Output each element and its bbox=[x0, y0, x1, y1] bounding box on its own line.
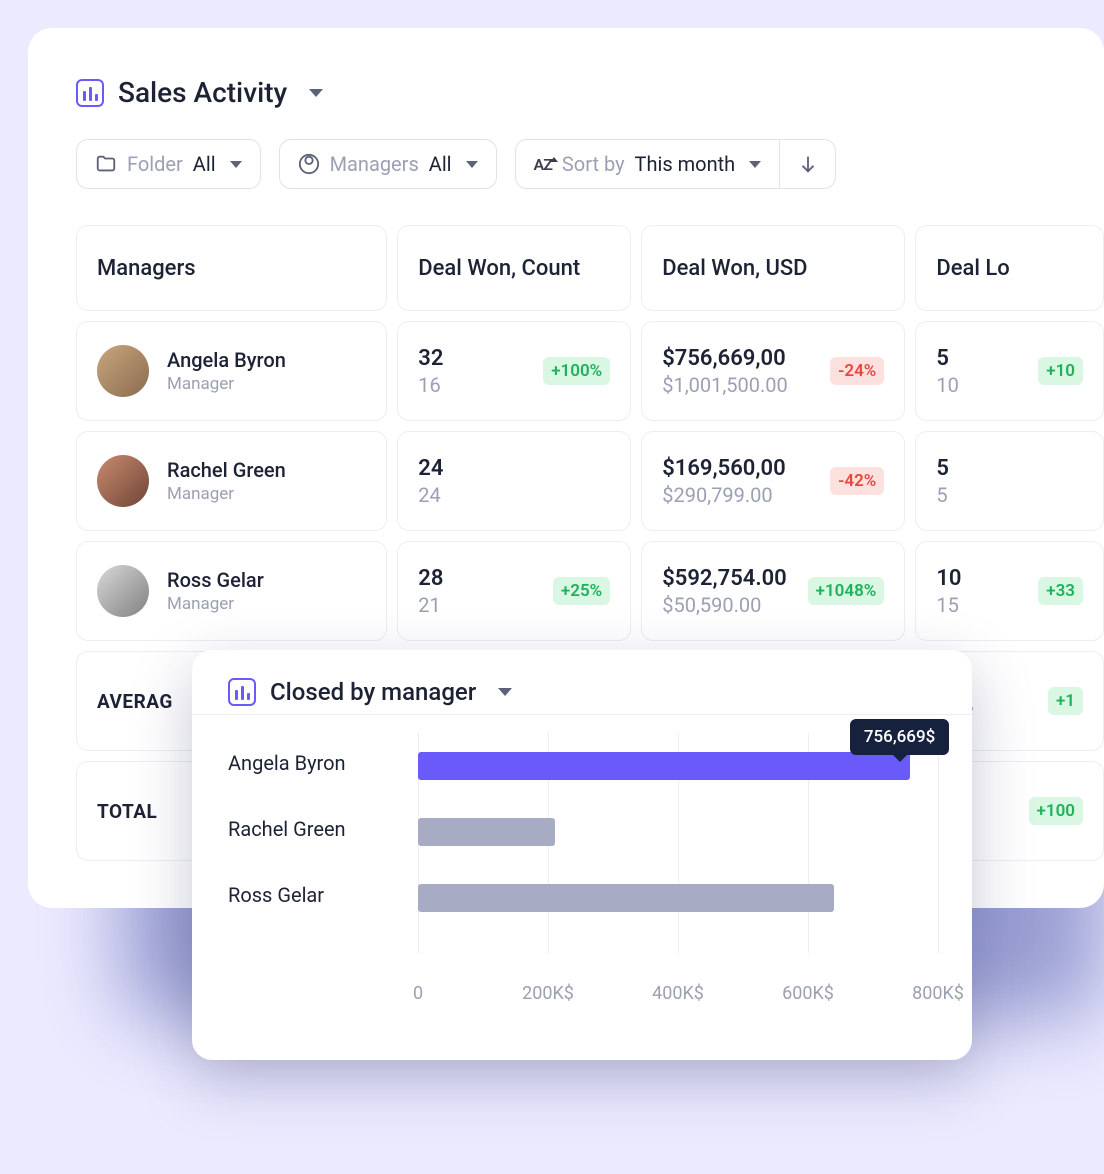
metric-prev: 21 bbox=[418, 593, 443, 617]
average-label: AVERAG bbox=[97, 690, 173, 713]
manager-role: Manager bbox=[167, 374, 286, 394]
chevron-down-icon bbox=[466, 161, 478, 168]
table-cell: $592,754.00$50,590.00 +1048% bbox=[641, 541, 905, 641]
delta-badge: +33 bbox=[1038, 577, 1083, 605]
chart-bar[interactable] bbox=[418, 818, 555, 846]
managers-filter-value: All bbox=[429, 152, 452, 176]
sort-direction-button[interactable] bbox=[779, 140, 835, 188]
metric-value: 10 bbox=[936, 566, 961, 591]
chart-x-tick: 800K$ bbox=[912, 983, 964, 1004]
metric-value: $592,754.00 bbox=[662, 566, 787, 591]
table-cell: 3216 +100% bbox=[397, 321, 631, 421]
managers-filter[interactable]: Managers All bbox=[279, 139, 497, 189]
metric-value: 28 bbox=[418, 566, 443, 591]
chart-x-tick: 400K$ bbox=[652, 983, 704, 1004]
page-title: Sales Activity bbox=[118, 76, 287, 109]
column-header-deal-won-count: Deal Won, Count bbox=[397, 225, 631, 311]
chart-bar[interactable] bbox=[418, 884, 834, 912]
manager-role: Manager bbox=[167, 594, 264, 614]
table-cell: 55 bbox=[915, 431, 1104, 531]
metric-value: 32 bbox=[418, 346, 443, 371]
delta-badge: +1048% bbox=[808, 577, 885, 605]
chart-bar[interactable] bbox=[418, 752, 910, 780]
total-label: TOTAL bbox=[97, 800, 157, 823]
delta-badge: -24% bbox=[830, 357, 884, 385]
closed-by-manager-popup: Closed by manager Angela Byron Rachel Gre… bbox=[192, 650, 972, 1060]
delta-badge: -42% bbox=[830, 467, 884, 495]
metric-prev: 15 bbox=[936, 593, 961, 617]
chart-x-tick: 200K$ bbox=[522, 983, 574, 1004]
sort-filter[interactable]: AZ Sort by This month bbox=[516, 140, 780, 188]
avatar bbox=[97, 565, 149, 617]
manager-name: Rachel Green bbox=[167, 458, 286, 482]
metric-prev: 5 bbox=[936, 483, 949, 507]
folder-filter[interactable]: Folder All bbox=[76, 139, 261, 189]
metric-value: $756,669,00 bbox=[662, 346, 788, 371]
chevron-down-icon[interactable] bbox=[309, 89, 323, 97]
managers-filter-label: Managers bbox=[330, 152, 419, 176]
chevron-down-icon bbox=[230, 161, 242, 168]
sort-az-icon: AZ bbox=[534, 155, 552, 174]
manager-name: Ross Gelar bbox=[167, 568, 264, 592]
chevron-down-icon bbox=[749, 161, 761, 168]
avatar bbox=[97, 345, 149, 397]
column-header-deal-lost: Deal Lo bbox=[915, 225, 1104, 311]
column-header-deal-won-usd: Deal Won, USD bbox=[641, 225, 905, 311]
folder-icon bbox=[95, 153, 117, 175]
table-row[interactable]: Ross Gelar Manager bbox=[76, 541, 387, 641]
metric-prev: 10 bbox=[936, 373, 958, 397]
table-row[interactable]: Rachel Green Manager bbox=[76, 431, 387, 531]
metric-value: $169,560,00 bbox=[662, 456, 785, 481]
manager-role: Manager bbox=[167, 484, 286, 504]
sort-filter-label: Sort by bbox=[562, 152, 625, 176]
table-row[interactable]: Angela Byron Manager bbox=[76, 321, 387, 421]
metric-value: 5 bbox=[936, 346, 958, 371]
metric-prev: $1,001,500.00 bbox=[662, 373, 788, 397]
table-cell: $756,669,00$1,001,500.00 -24% bbox=[641, 321, 905, 421]
chart-x-tick: 600K$ bbox=[782, 983, 834, 1004]
manager-name: Angela Byron bbox=[167, 348, 286, 372]
user-icon bbox=[298, 153, 320, 175]
closed-by-manager-chart: Angela ByronRachel GreenRoss Gelar 0200K… bbox=[228, 733, 936, 983]
metric-value: 5 bbox=[936, 456, 949, 481]
delta-badge: +100% bbox=[543, 357, 610, 385]
sort-filter-value: This month bbox=[635, 152, 736, 176]
metric-value: 24 bbox=[418, 456, 443, 481]
metric-prev: 24 bbox=[418, 483, 443, 507]
column-header-managers: Managers bbox=[76, 225, 387, 311]
metric-prev: $290,799.00 bbox=[662, 483, 785, 507]
delta-badge: +10 bbox=[1038, 357, 1083, 385]
table-cell: 510 +10 bbox=[915, 321, 1104, 421]
folder-filter-label: Folder bbox=[127, 152, 183, 176]
chart-tooltip: 756,669$ bbox=[850, 719, 949, 755]
delta-badge: +100 bbox=[1029, 797, 1083, 825]
metric-prev: $50,590.00 bbox=[662, 593, 787, 617]
chart-bar-label: Angela Byron bbox=[228, 751, 403, 775]
folder-filter-value: All bbox=[193, 152, 216, 176]
table-cell: $169,560,00$290,799.00 -42% bbox=[641, 431, 905, 531]
avatar bbox=[97, 455, 149, 507]
popup-title: Closed by manager bbox=[270, 678, 476, 706]
chart-bar-label: Rachel Green bbox=[228, 817, 403, 841]
bar-chart-icon bbox=[228, 678, 256, 706]
table-cell: 1015 +33 bbox=[915, 541, 1104, 641]
chart-x-tick: 0 bbox=[413, 983, 423, 1004]
arrow-down-icon bbox=[797, 153, 819, 175]
table-cell: 2424 bbox=[397, 431, 631, 531]
metric-prev: 16 bbox=[418, 373, 443, 397]
delta-badge: +1 bbox=[1048, 687, 1083, 715]
chart-bar-label: Ross Gelar bbox=[228, 883, 403, 907]
bar-chart-icon bbox=[76, 79, 104, 107]
table-cell: 2821 +25% bbox=[397, 541, 631, 641]
delta-badge: +25% bbox=[553, 577, 610, 605]
chevron-down-icon[interactable] bbox=[498, 688, 512, 696]
